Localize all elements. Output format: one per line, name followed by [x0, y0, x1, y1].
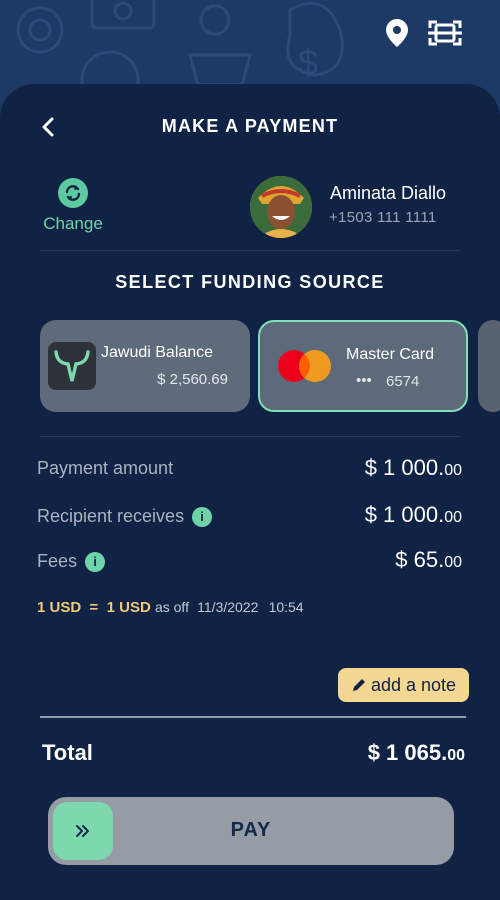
exchange-rate: 1 USD = 1 USD as off 11/3/2022 10:54 — [37, 599, 304, 616]
pay-label: PAY — [230, 819, 272, 841]
recipient-name: Aminata Diallo — [330, 183, 447, 203]
funding-source-title: SELECT FUNDING SOURCE — [115, 272, 385, 292]
funding-card-jawudi[interactable]: Jawudi Balance $ 2,560.69 — [40, 320, 250, 412]
jawudi-logo — [48, 342, 96, 390]
fees-value: $ 65.00 — [395, 547, 462, 572]
scan-icon[interactable] — [428, 18, 462, 48]
total-divider — [40, 716, 466, 718]
top-actions — [386, 18, 462, 48]
header: MAKE A PAYMENT — [0, 116, 500, 138]
total-value: $ 1 065.00 — [367, 740, 465, 765]
info-icon[interactable]: i — [192, 507, 213, 528]
location-pin-icon[interactable] — [386, 19, 408, 47]
funding-card-next[interactable] — [478, 320, 500, 412]
change-label: Change — [43, 214, 103, 233]
add-note-button[interactable]: add a note — [338, 668, 469, 702]
card-name: Jawudi Balance — [101, 344, 214, 361]
recipient-receives-label: Recipient receives i — [37, 506, 213, 528]
payment-amount-label: Payment amount — [37, 458, 174, 478]
total-label: Total — [42, 740, 93, 765]
pencil-icon — [352, 679, 365, 691]
payment-amount-value: $ 1 000.00 — [364, 455, 462, 480]
pay-button[interactable]: PAY — [48, 797, 454, 865]
card-balance: $ 2,560.69 — [157, 371, 228, 388]
avatar — [250, 176, 312, 238]
fees-label: Fees i — [37, 551, 106, 573]
divider — [40, 436, 460, 437]
divider — [40, 250, 460, 251]
recipient-phone: +1503 111 1111 — [329, 209, 437, 226]
card-name: Master Card — [346, 346, 435, 363]
card-mask: ••• — [356, 372, 372, 389]
page-title: MAKE A PAYMENT — [161, 116, 339, 136]
change-recipient-button[interactable]: Change — [40, 178, 106, 234]
funding-card-mastercard[interactable]: Master Card ••• 6574 — [258, 320, 468, 412]
mastercard-logo — [278, 350, 331, 382]
recipient-receives-value: $ 1 000.00 — [364, 502, 462, 527]
card-last4: 6574 — [386, 373, 420, 390]
info-icon[interactable]: i — [85, 552, 106, 573]
svg-text:$: $ — [298, 42, 318, 83]
refresh-icon — [58, 178, 88, 208]
